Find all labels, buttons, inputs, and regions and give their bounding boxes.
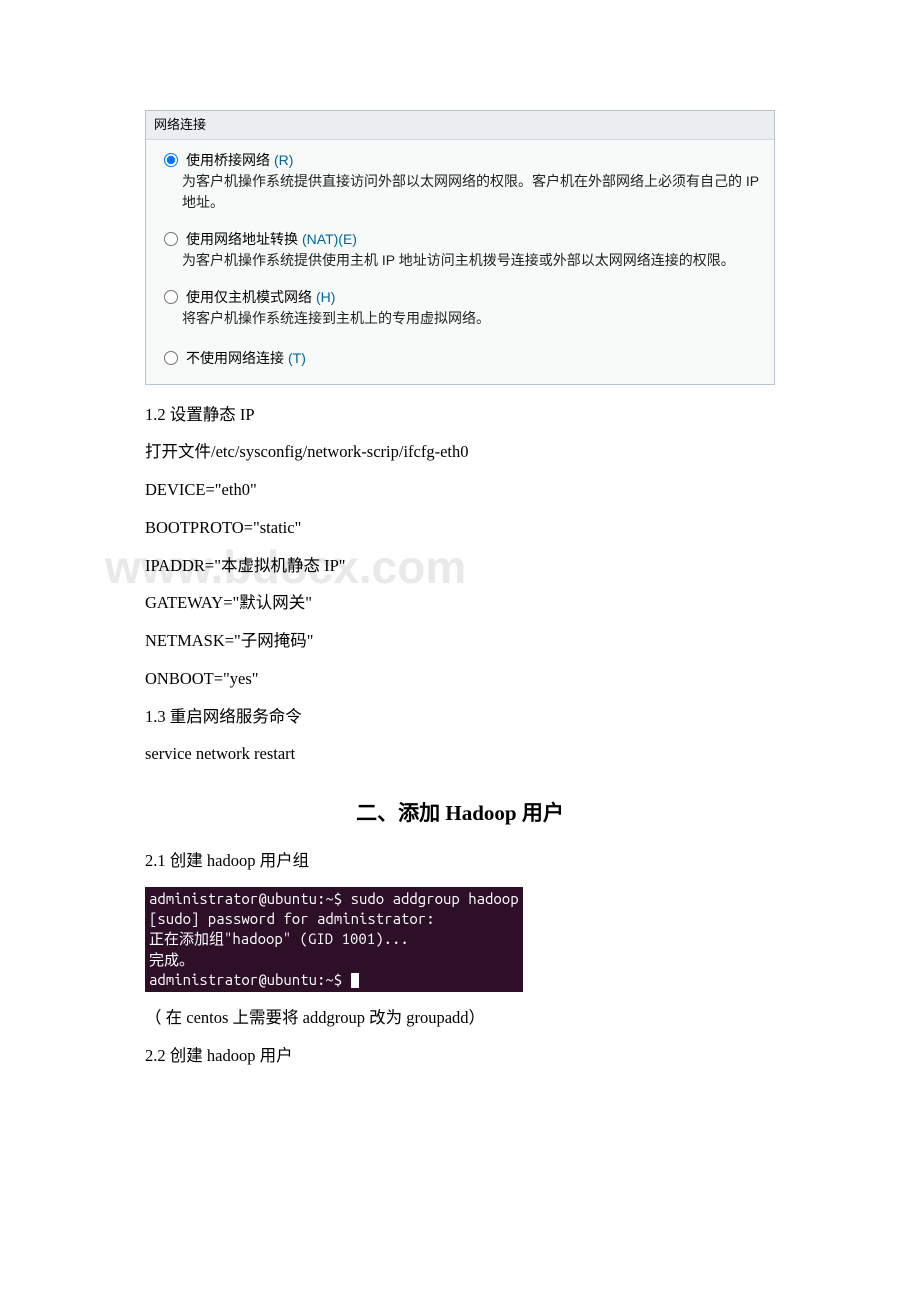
label-bridged-pre: 使用桥接网络 [186, 150, 270, 171]
radio-hostonly[interactable] [164, 290, 178, 304]
text-open-file: 打开文件/etc/sysconfig/network-scrip/ifcfg-e… [145, 440, 775, 465]
radio-bridged[interactable] [164, 153, 178, 167]
radio-nat[interactable] [164, 232, 178, 246]
label-bridged-letter: (R) [274, 150, 293, 171]
centos-note: （ 在 centos 上需要将 addgroup 改为 groupadd） [145, 1006, 775, 1031]
terminal-text: administrator@ubuntu:~$ sudo addgroup ha… [149, 890, 519, 988]
terminal-output: administrator@ubuntu:~$ sudo addgroup ha… [145, 887, 523, 992]
panel-body: 使用桥接网络(R) 为客户机操作系统提供直接访问外部以太网网络的权限。客户机在外… [146, 140, 774, 384]
heading-2-2: 2.2 创建 hadoop 用户 [145, 1044, 775, 1069]
option-none[interactable]: 不使用网络连接(T) [146, 333, 774, 384]
config-ipaddr: IPADDR="本虚拟机静态 IP" [145, 554, 775, 579]
heading-1-3: 1.3 重启网络服务命令 [145, 705, 775, 730]
option-bridged[interactable]: 使用桥接网络(R) 为客户机操作系统提供直接访问外部以太网网络的权限。客户机在外… [146, 140, 774, 217]
label-nat-pre: 使用网络地址转换 [186, 229, 298, 250]
option-nat[interactable]: 使用网络地址转换(NAT)(E) 为客户机操作系统提供使用主机 IP 地址访问主… [146, 217, 774, 275]
label-nat-letter: (NAT)(E) [302, 229, 357, 250]
radio-none[interactable] [164, 351, 178, 365]
desc-bridged: 为客户机操作系统提供直接访问外部以太网网络的权限。客户机在外部网络上必须有自己的… [182, 171, 760, 213]
heading-2-1: 2.1 创建 hadoop 用户组 [145, 849, 775, 874]
config-device: DEVICE="eth0" [145, 478, 775, 503]
config-netmask: NETMASK="子网掩码" [145, 629, 775, 654]
cursor-icon [351, 973, 359, 988]
heading-section-2: 二、添加 Hadoop 用户 [145, 797, 775, 827]
desc-nat: 为客户机操作系统提供使用主机 IP 地址访问主机拨号连接或外部以太网网络连接的权… [182, 250, 760, 271]
config-gateway: GATEWAY="默认网关" [145, 591, 775, 616]
label-hostonly-pre: 使用仅主机模式网络 [186, 287, 312, 308]
network-connection-panel: 网络连接 使用桥接网络(R) 为客户机操作系统提供直接访问外部以太网网络的权限。… [145, 110, 775, 385]
panel-title: 网络连接 [146, 111, 774, 140]
config-onboot: ONBOOT="yes" [145, 667, 775, 692]
label-hostonly-letter: (H) [316, 287, 335, 308]
command-restart: service network restart [145, 742, 775, 767]
desc-hostonly: 将客户机操作系统连接到主机上的专用虚拟网络。 [182, 308, 760, 329]
label-none-letter: (T) [288, 348, 306, 369]
heading-1-2: 1.2 设置静态 IP [145, 403, 775, 428]
option-hostonly[interactable]: 使用仅主机模式网络(H) 将客户机操作系统连接到主机上的专用虚拟网络。 [146, 275, 774, 333]
config-bootproto: BOOTPROTO="static" [145, 516, 775, 541]
label-none-pre: 不使用网络连接 [186, 348, 284, 369]
